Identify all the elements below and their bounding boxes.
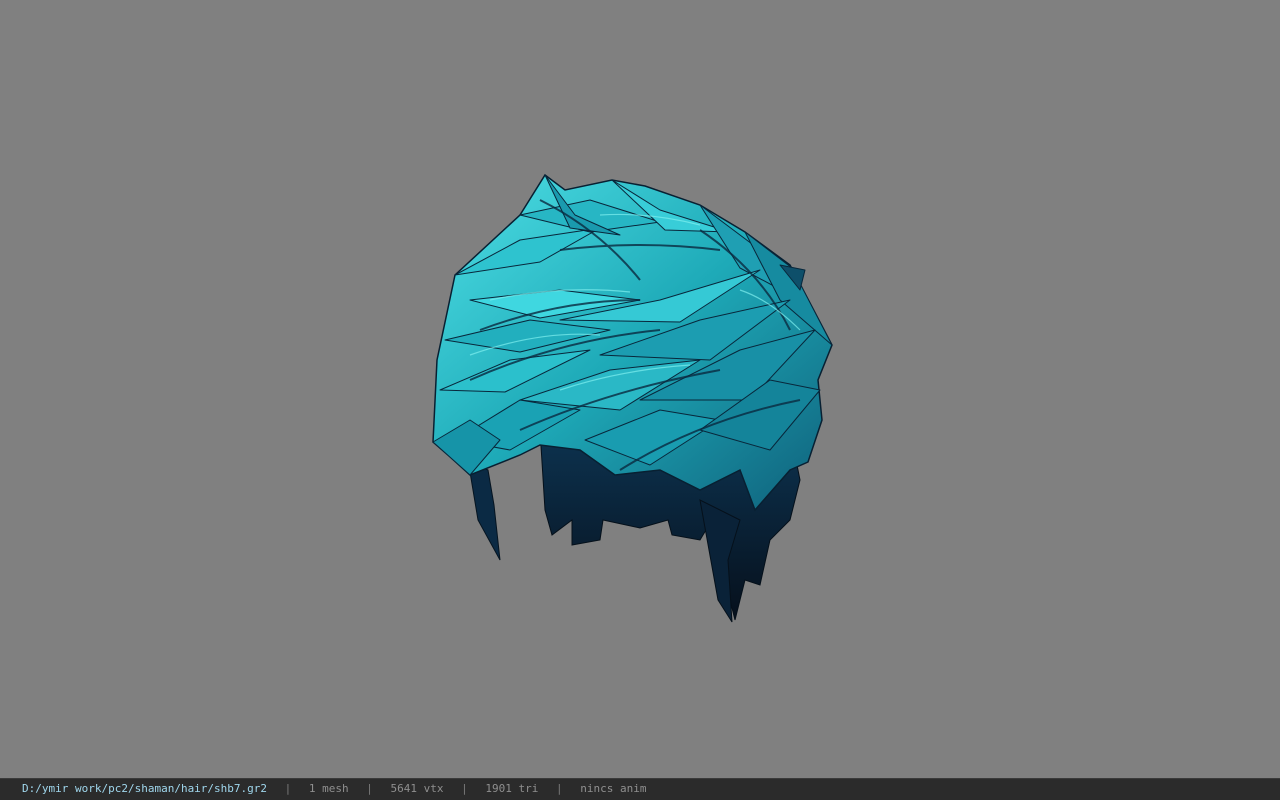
status-bar: D:/ymir work/pc2/shaman/hair/shb7.gr2 | …	[0, 778, 1280, 800]
triangle-count-label: 1901 tri	[485, 782, 539, 795]
status-separator: |	[366, 782, 373, 795]
animation-status-label: nincs anim	[580, 782, 647, 795]
file-path-label: D:/ymir work/pc2/shaman/hair/shb7.gr2	[22, 782, 268, 795]
mesh-count-label: 1 mesh	[308, 782, 349, 795]
hair-model-render	[432, 173, 833, 623]
status-separator: |	[556, 782, 563, 795]
status-separator: |	[461, 782, 468, 795]
3d-viewport[interactable]	[0, 0, 1280, 778]
vertex-count-label: 5641 vtx	[390, 782, 444, 795]
status-separator: |	[284, 782, 292, 795]
